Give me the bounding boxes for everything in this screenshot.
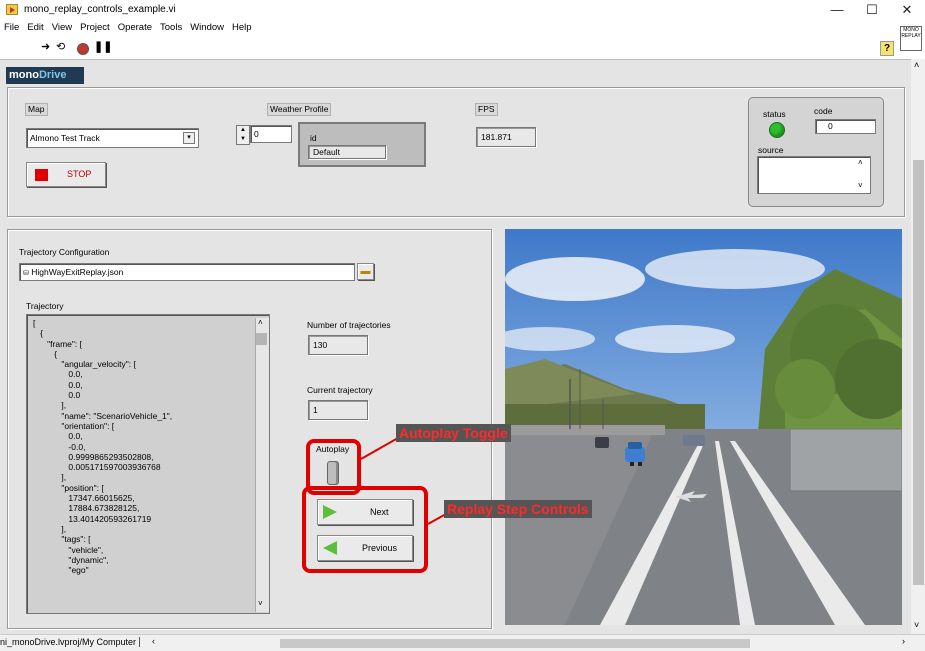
scroll-right-icon[interactable]: ›: [902, 636, 905, 646]
project-path: ni_monoDrive.lvproj/My Computer: [0, 637, 141, 647]
horizontal-scroll-thumb[interactable]: [280, 639, 750, 648]
replay-annotation-label: Replay Step Controls: [444, 500, 592, 518]
annotation-pointers: [360, 437, 447, 525]
autoplay-annotation-label: Autoplay Toggle: [396, 424, 511, 442]
scroll-down-icon[interactable]: ˅: [914, 620, 919, 630]
scroll-up-icon[interactable]: ˄: [914, 60, 919, 70]
scroll-left-icon[interactable]: ‹: [152, 636, 155, 646]
vertical-scroll-thumb[interactable]: [913, 160, 924, 585]
